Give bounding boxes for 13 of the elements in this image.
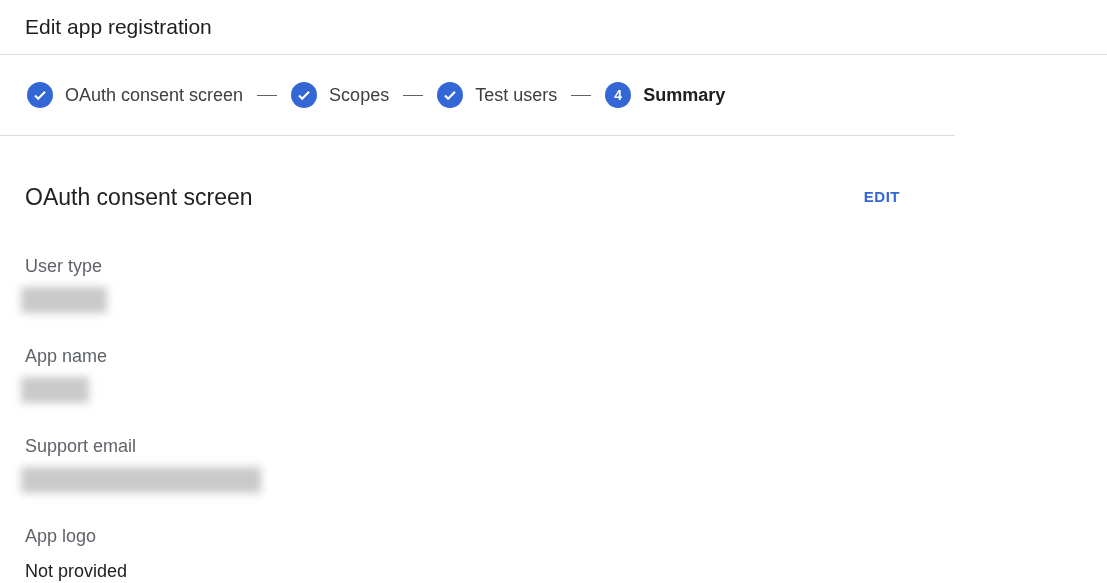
step-label: Test users xyxy=(475,83,558,107)
field-label: App logo xyxy=(25,524,98,547)
edit-button[interactable]: EDIT xyxy=(863,182,900,213)
field-value: Not provided xyxy=(25,559,129,582)
step-label: OAuth consent screen xyxy=(65,83,244,107)
page-title: Edit app registration xyxy=(25,14,212,41)
step-number: 4 xyxy=(605,82,632,108)
field-label: Support email xyxy=(25,434,138,457)
field-label: App name xyxy=(25,344,109,367)
step-label: Scopes xyxy=(329,83,390,107)
field-label: User type xyxy=(25,254,104,277)
step-label: Summary xyxy=(643,83,726,107)
section-title: OAuth consent screen xyxy=(25,183,253,212)
